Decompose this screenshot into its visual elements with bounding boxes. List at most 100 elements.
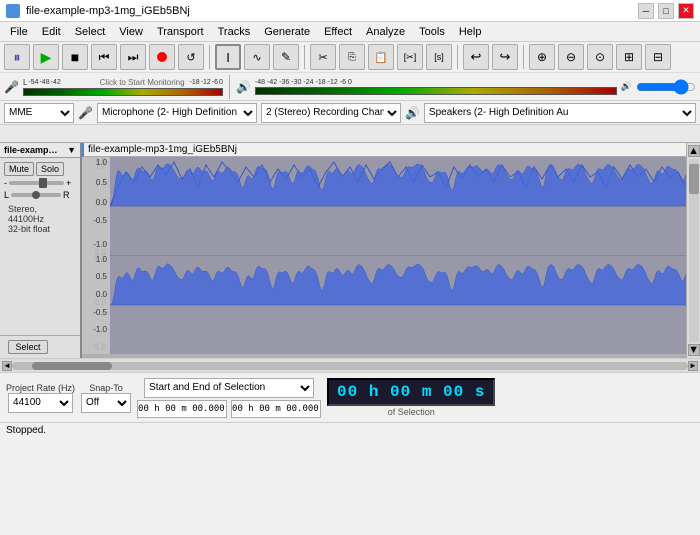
loop-button[interactable]: ↺ [178,44,204,70]
db-mark: -6 [212,79,218,86]
scroll-thumb-h[interactable] [32,362,112,370]
menu-item-analyze[interactable]: Analyze [360,24,411,40]
waveform-channels[interactable]: 1.0 0.5 0.0 0.5 0.0 -0.5 1.0 -1.0 1.0 [82,157,686,354]
scroll-up-button[interactable]: ▲ [688,145,700,157]
speaker-icon: 🔊 [236,80,251,94]
gain-plus-label: + [66,178,71,188]
out-db-mark: -6 [340,79,346,86]
draw-tool-button[interactable]: ✎ [273,44,299,70]
pan-row: L R [4,190,76,200]
time-display: 00 h 00 m 00 s [327,378,495,406]
selection-mode-select[interactable]: Start and End of Selection [144,378,314,398]
silence-button[interactable]: [s] [426,44,452,70]
input-meter-bar[interactable] [23,88,223,96]
mute-solo-row: Mute Solo [4,162,76,176]
mute-button[interactable]: Mute [4,162,34,176]
output-device-select[interactable]: Speakers (2- High Definition Au [424,103,696,123]
envelope-tool-button[interactable]: ∿ [244,44,270,70]
snap-to-select[interactable]: Off [81,393,131,413]
menu-item-select[interactable]: Select [69,24,112,40]
project-rate-select[interactable]: 44100 [8,393,73,413]
solo-button[interactable]: Solo [36,162,64,176]
waveform-svg: 1.0 0.5 0.0 0.5 0.0 -0.5 1.0 -1.0 1.0 [82,157,686,354]
toolbar-separator-2 [304,45,305,69]
status-text: Stopped. [6,425,46,436]
stop-button[interactable]: ■ [62,44,88,70]
output-volume-icon: 🔊 [621,81,632,92]
pause-button[interactable]: ⏸ [4,44,30,70]
db-mark: -12 [201,79,211,86]
scroll-track-v[interactable] [689,159,699,342]
scroll-track-h[interactable] [12,362,688,370]
snap-to-label: Snap-To [89,383,123,393]
minimize-button[interactable]: ─ [638,3,654,19]
waveform-title-bar: file-example-mp3-1mg_iGEb5BNj [82,143,686,157]
menu-item-tracks[interactable]: Tracks [212,24,257,40]
menu-item-edit[interactable]: Edit [36,24,67,40]
meter-row: 🎤 L -54 -48 -42 Click to Start Monitorin… [0,73,700,101]
zoom-in-button[interactable]: ⊕ [529,44,555,70]
scroll-right-button[interactable]: ► [688,361,698,371]
out-db-mark: -18 [316,79,326,86]
menu-item-transport[interactable]: Transport [151,24,210,40]
play-button[interactable]: ▶ [33,44,59,70]
out-db-mark: -30 [291,79,301,86]
select-track-button[interactable]: Select [8,340,48,354]
redo-button[interactable]: ↪ [492,44,518,70]
trim-button[interactable]: [✂] [397,44,423,70]
selection-start-input[interactable] [137,400,227,418]
menu-item-effect[interactable]: Effect [318,24,358,40]
y-axis-1.0-ch2: 1.0 [96,255,108,264]
close-button[interactable]: ✕ [678,3,694,19]
menu-item-tools[interactable]: Tools [413,24,451,40]
scroll-down-button[interactable]: ▼ [688,344,700,356]
skip-end-button[interactable]: ⏭ [120,44,146,70]
skip-start-button[interactable]: ⏮ [91,44,117,70]
pan-slider[interactable] [11,193,61,197]
record-button[interactable] [149,44,175,70]
y-axis-neg1.0-ch1: -1.0 [93,240,107,249]
window-controls: ─ □ ✕ [638,3,694,19]
menu-item-view[interactable]: View [113,24,149,40]
horizontal-scrollbar[interactable]: ◄ ► [0,358,700,372]
scroll-thumb-v[interactable] [689,164,699,194]
out-db-mark: -36 [279,79,289,86]
host-select[interactable]: MME [4,103,74,123]
copy-button[interactable]: ⎘ [339,44,365,70]
undo-button[interactable]: ↩ [463,44,489,70]
zoom-selection-button[interactable]: ⊙ [587,44,613,70]
menubar: FileEditSelectViewTransportTracksGenerat… [0,22,700,42]
maximize-button[interactable]: □ [658,3,674,19]
menu-item-help[interactable]: Help [453,24,488,40]
track-collapse-button[interactable]: ▼ [67,145,76,155]
y-axis-0.0-ch1: 0.0 [96,198,108,207]
scroll-left-button[interactable]: ◄ [2,361,12,371]
volume-slider[interactable] [9,181,64,185]
output-meter-bar[interactable] [255,87,617,95]
db-mark: -48 [40,79,50,86]
paste-button[interactable]: 📋 [368,44,394,70]
zoom-fit-button[interactable]: ⊞ [616,44,642,70]
menu-item-file[interactable]: File [4,24,34,40]
mic-icon-device: 🎤 [78,106,93,120]
selection-end-input[interactable] [231,400,321,418]
cut-button[interactable]: ✂ [310,44,336,70]
channel-select[interactable]: 2 (Stereo) Recording Chann [261,103,401,123]
waveform-panel: file-example-mp3-1mg_iGEb5BNj 1.0 0.5 0.… [82,143,686,358]
time-ruler: 0 5 10 15 20 25 [0,125,700,143]
toolbar-separator-1 [209,45,210,69]
title-area: file-example-mp3-1mg_iGEb5BNj [6,4,190,18]
db-mark: 0 [219,79,223,86]
zoom-reset-button[interactable]: ⊟ [645,44,671,70]
vertical-scrollbar[interactable]: ▲ ▼ [686,143,700,358]
transport-toolbar: ⏸ ▶ ■ ⏮ ⏭ ↺ I ∿ ✎ ✂ ⎘ 📋 [✂] [s] ↩ ↪ ⊕ ⊖ … [0,42,700,73]
zoom-out-button[interactable]: ⊖ [558,44,584,70]
menu-item-generate[interactable]: Generate [258,24,316,40]
selection-tool-button[interactable]: I [215,44,241,70]
output-volume-slider[interactable] [636,81,696,93]
track-bit-depth: 32-bit float [8,224,72,234]
input-device-select[interactable]: Microphone (2- High Definition [97,103,257,123]
volume-row: - + [4,178,76,188]
monitor-text[interactable]: Click to Start Monitoring [100,78,185,87]
gain-label: - [4,178,7,188]
